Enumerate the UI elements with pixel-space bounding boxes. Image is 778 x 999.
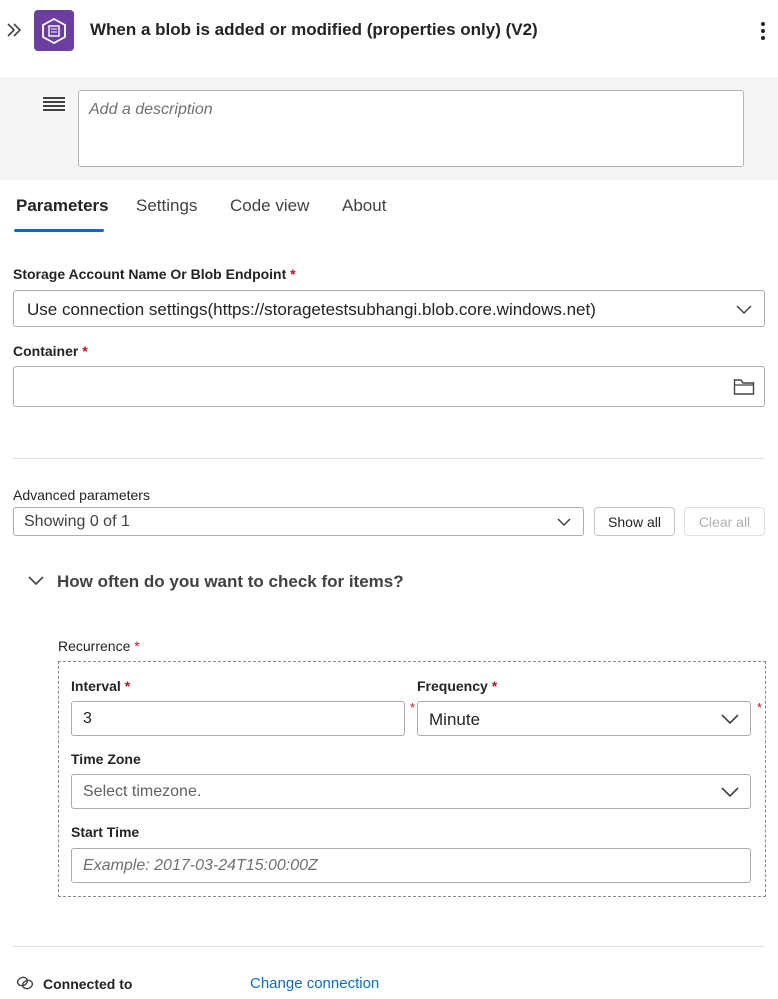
storage-account-label: Storage Account Name Or Blob Endpoint * <box>13 266 296 282</box>
tab-parameters[interactable]: Parameters <box>16 196 109 216</box>
start-time-placeholder: Example: 2017-03-24T15:00:00Z <box>83 857 318 874</box>
recurrence-label: Recurrence * <box>58 638 140 654</box>
time-zone-select[interactable]: Select timezone. <box>71 774 751 809</box>
advanced-parameters-value: Showing 0 of 1 <box>24 513 130 530</box>
divider <box>13 946 765 947</box>
clear-all-button[interactable]: Clear all <box>684 507 765 536</box>
show-all-button[interactable]: Show all <box>594 507 675 536</box>
frequency-value: Minute <box>429 710 481 729</box>
folder-icon[interactable] <box>733 377 755 402</box>
chevron-down-icon <box>720 783 740 806</box>
text-lines-icon <box>43 97 65 111</box>
interval-label: Interval * <box>71 678 131 694</box>
double-chevron-right-icon[interactable] <box>5 20 23 40</box>
start-time-input[interactable]: Example: 2017-03-24T15:00:00Z <box>71 848 751 883</box>
divider <box>13 458 765 459</box>
storage-account-value: Use connection settings(https://storaget… <box>27 300 596 319</box>
more-vertical-icon[interactable] <box>756 18 770 44</box>
chevron-down-icon[interactable] <box>27 572 45 595</box>
chevron-down-icon <box>556 514 572 535</box>
tab-settings[interactable]: Settings <box>136 196 197 216</box>
start-time-label: Start Time <box>71 824 140 840</box>
section-title[interactable]: How often do you want to check for items… <box>57 572 404 592</box>
active-tab-indicator <box>14 229 104 232</box>
tab-code-view[interactable]: Code view <box>230 196 309 216</box>
container-label: Container * <box>13 343 88 359</box>
chevron-down-icon <box>735 300 753 323</box>
advanced-parameters-label: Advanced parameters <box>13 487 150 503</box>
interval-input[interactable]: 3 <box>71 701 405 736</box>
chevron-down-icon <box>720 710 740 733</box>
advanced-parameters-select[interactable]: Showing 0 of 1 <box>13 507 584 536</box>
required-asterisk: * <box>410 700 416 715</box>
change-connection-link[interactable]: Change connection <box>250 975 379 992</box>
description-input[interactable]: Add a description <box>78 90 744 167</box>
time-zone-placeholder: Select timezone. <box>83 783 202 800</box>
frequency-select[interactable]: Minute <box>417 701 751 736</box>
frequency-label: Frequency * <box>417 678 498 694</box>
page-title: When a blob is added or modified (proper… <box>90 20 538 39</box>
container-input[interactable] <box>13 366 765 407</box>
interval-value: 3 <box>83 710 92 727</box>
connected-to-label: Connected to <box>43 976 133 992</box>
required-asterisk: * <box>757 700 763 715</box>
link-icon <box>16 975 34 996</box>
tab-about[interactable]: About <box>342 196 386 216</box>
azure-blob-storage-icon <box>34 10 74 51</box>
time-zone-label: Time Zone <box>71 751 141 767</box>
storage-account-select[interactable]: Use connection settings(https://storaget… <box>13 290 765 327</box>
